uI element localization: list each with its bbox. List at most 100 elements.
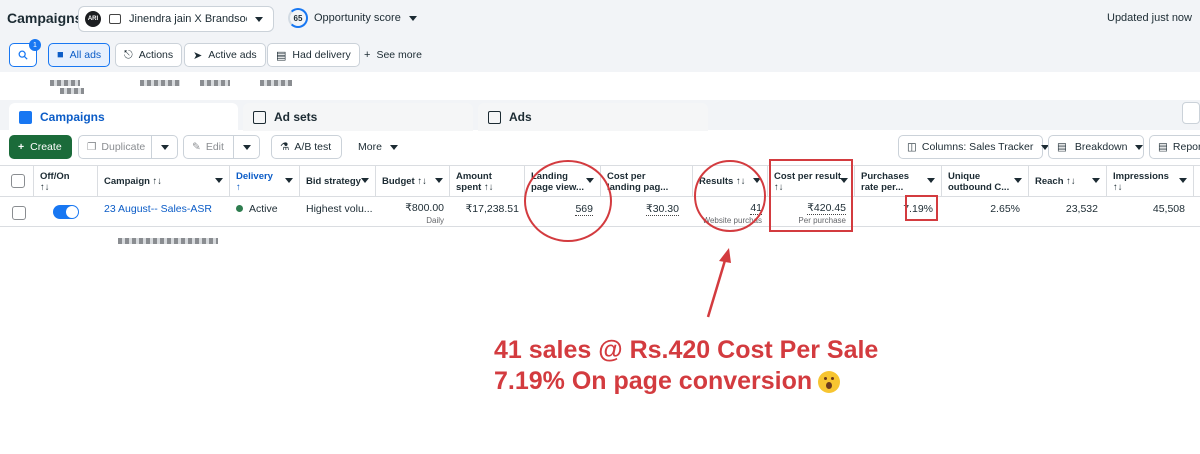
col-pr-label-2: rate per... [861,182,904,193]
campaign-name-link[interactable]: 23 August-- Sales-ASR [98,197,230,227]
col-amount-label: Amount [456,171,492,182]
col-impressions-label: Impressions [1113,171,1169,182]
budget-cell[interactable]: ₹800.00 Daily [376,197,450,227]
redacted-text [140,80,180,86]
send-icon: ➤ [193,49,203,62]
duplicate-button[interactable]: ❐ Duplicate [78,135,178,159]
more-button[interactable]: More [350,135,406,159]
campaign-toggle[interactable] [53,205,79,219]
duplicate-icon: ❐ [87,141,97,153]
actions-label: Actions [138,49,174,61]
select-all-cell [0,166,34,197]
budget-period: Daily [426,216,444,225]
col-pr-label: Purchases [861,171,910,182]
tab-ad-sets-label: Ad sets [274,110,318,124]
actions-icon: ⎋ [124,48,133,61]
edit-button[interactable]: ✎ Edit [183,135,260,159]
duplicate-dropdown[interactable] [151,136,177,158]
reports-button[interactable]: ▤ Report [1149,135,1200,159]
opportunity-score-button[interactable]: 65 Opportunity score [288,8,417,28]
chevron-down-icon [927,178,935,183]
col-uo-label-2: outbound C... [948,182,1010,193]
cost-per-landing-cell: ₹30.30 [601,197,685,227]
col-budget-label: Budget ↑↓ [382,176,427,187]
col-campaign[interactable]: Campaign ↑↓ [98,166,230,197]
redacted-text [60,88,84,94]
col-campaign-label: Campaign ↑↓ [104,176,163,187]
folder-icon: ■ [57,49,64,61]
col-unique-outbound[interactable]: Unique outbound C... [942,166,1029,197]
col-offon[interactable]: Off/On ↑↓ [34,166,98,197]
col-cpl-label-2: landing pag... [607,182,669,193]
active-ads-label: Active ads [208,49,257,61]
col-bid-strategy[interactable]: Bid strategy [300,166,376,197]
opportunity-score-gauge: 65 [288,8,308,28]
col-delivery[interactable]: Delivery ↑ [230,166,300,197]
had-delivery-filter[interactable]: ▤ Had delivery [267,43,360,67]
breakdown-button[interactable]: ▤ Breakdown [1048,135,1144,159]
tab-ads-label: Ads [509,110,532,124]
duplicate-label: Duplicate [101,141,146,153]
update-status: Updated just now [1107,12,1192,24]
chevron-down-icon [1179,178,1187,183]
all-ads-filter[interactable]: ■ All ads [48,43,111,67]
ad-icon [488,110,501,124]
see-more-label: See more [376,49,422,61]
chevron-down-icon [435,178,443,183]
sort-ascending-icon: ↑ [236,182,241,193]
annotation-box-purchase-rate [905,195,938,221]
tab-ad-sets[interactable]: Ad sets [243,103,473,131]
col-uo-label: Unique [948,171,981,182]
col-offon-label: Off/On [40,171,70,182]
chevron-down-icon [1135,144,1144,150]
col-budget[interactable]: Budget ↑↓ [376,166,450,197]
create-button[interactable]: + Create [9,135,72,159]
search-icon [18,50,28,60]
bid-strategy-cell: Highest volu... [306,203,373,215]
search-button[interactable]: 1 [9,39,41,67]
tab-campaigns[interactable]: Campaigns [9,103,238,131]
col-amount-label-2: spent ↑↓ [456,182,494,193]
cost-per-landing-value: ₹30.30 [646,203,679,216]
delivery-status-label: Active [249,203,278,215]
redacted-text [200,80,230,86]
actions-filter[interactable]: ⎋ Actions [115,43,183,67]
opportunity-score-label: Opportunity score [314,12,401,24]
chevron-down-icon [389,144,398,150]
col-reach[interactable]: Reach ↑↓ [1029,166,1107,197]
reach-cell: 23,532 [1065,203,1098,215]
redacted-summary [118,238,218,244]
account-name: Jinendra jain X Brandsoo... [129,13,247,25]
reports-icon: ▤ [1158,141,1168,153]
annotation-line-2: 7.19% On page conversion [494,367,841,396]
col-cost-per-landing[interactable]: Cost per landing pag... [601,166,693,197]
account-selector[interactable]: ARI Jinendra jain X Brandsoo... [78,6,274,32]
chevron-down-icon [215,178,223,183]
ad-account-icon [109,14,121,24]
annotation-circle-results [694,160,766,232]
see-more-filter[interactable]: + See more [356,43,430,67]
edit-dropdown[interactable] [233,136,259,158]
annotation-box-cost-per-result [769,159,853,232]
chevron-down-icon [1092,178,1100,183]
side-panel-toggle[interactable] [1182,102,1200,124]
col-reach-label: Reach ↑↓ [1035,176,1076,187]
columns-button[interactable]: ◫ Columns: Sales Tracker [898,135,1050,159]
row-checkbox[interactable] [12,206,26,220]
all-ads-label: All ads [69,49,102,61]
col-impressions[interactable]: Impressions ↑↓ [1107,166,1194,197]
active-ads-filter[interactable]: ➤ Active ads [184,43,266,67]
col-purchase-rate[interactable]: Purchases rate per... [855,166,942,197]
select-all-checkbox[interactable] [11,174,25,188]
breakdown-icon: ▤ [1057,141,1067,153]
table-toolbar: + Create ❐ Duplicate ✎ Edit ⚗ A/B test M… [0,131,1200,165]
chevron-down-icon [160,144,169,150]
annotation-line-2-text: 7.19% On page conversion [494,367,813,395]
sort-icon: ↑↓ [40,182,50,193]
flask-icon: ⚗ [280,141,290,153]
tab-ads[interactable]: Ads [478,103,708,131]
col-amount-spent[interactable]: Amount spent ↑↓ [450,166,525,197]
col-cpl-label: Cost per [607,171,646,182]
ab-test-button[interactable]: ⚗ A/B test [271,135,342,159]
annotation-arrow [706,248,731,318]
